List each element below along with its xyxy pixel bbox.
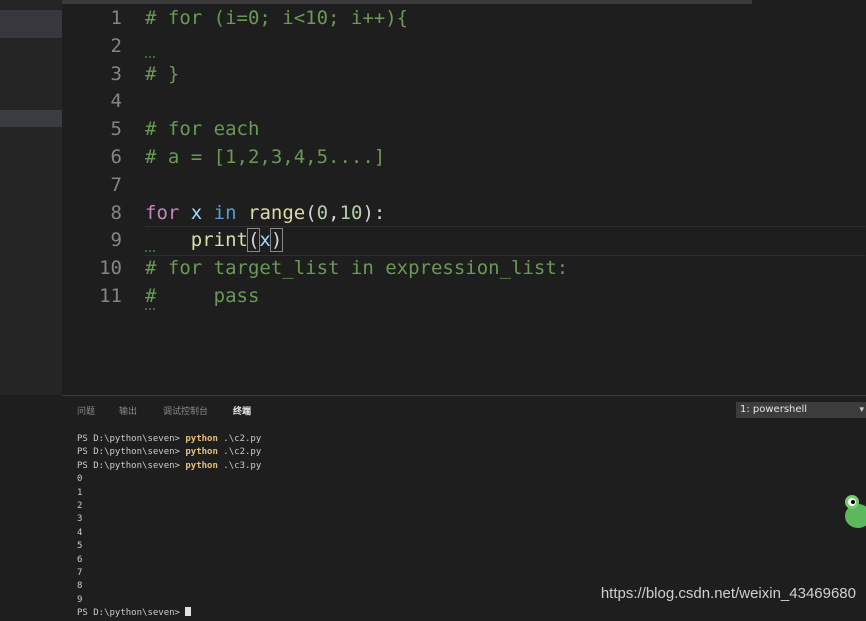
line-number: 11: [99, 285, 122, 307]
code-token: for: [145, 201, 180, 224]
code-line[interactable]: 11 # pass: [62, 282, 862, 310]
terminal-input-line[interactable]: PS D:\python\seven>: [77, 607, 261, 620]
watermark: https://blog.csdn.net/weixin_43469680: [600, 585, 856, 602]
code-token: ,: [328, 201, 340, 224]
code-token: # }: [145, 62, 180, 85]
code-line[interactable]: 7: [62, 171, 862, 199]
code-line[interactable]: 10 # for target_list in expression_list:: [62, 254, 862, 282]
whitespace-warning: [145, 54, 155, 58]
terminal-prompt: PS D:\python\seven>: [77, 608, 186, 619]
code-token: in: [213, 201, 237, 224]
terminal-output-line: 1: [77, 487, 83, 498]
code-text[interactable]: print(x): [145, 226, 284, 254]
code-token: # for target_list in expression_list:: [145, 257, 569, 280]
code-line[interactable]: 6 # a = [1,2,3,4,5....]: [62, 143, 862, 171]
code-token: x: [179, 201, 214, 224]
terminal-prompt: PS D:\python\seven>: [77, 447, 186, 458]
code-text[interactable]: # pass: [145, 282, 259, 310]
terminal-output-line: 8: [77, 581, 83, 592]
code-token: 0: [316, 201, 329, 224]
code-line[interactable]: 8 for x in range(0,10):: [62, 199, 862, 227]
line-number: 2: [110, 34, 122, 57]
sidebar-selected-item[interactable]: [0, 110, 62, 127]
code-text[interactable]: for x in range(0,10):: [145, 199, 385, 227]
code-line[interactable]: 3 # }: [62, 60, 862, 88]
terminal-output-line: 5: [77, 541, 83, 552]
terminal-command-line: PS D:\python\seven> python .\c2.py: [77, 446, 261, 459]
terminal-output-line: 4: [77, 527, 83, 538]
code-token: ): [269, 228, 284, 253]
frog-mascot-icon: [845, 495, 866, 528]
terminal-prompt: PS D:\python\seven>: [77, 434, 186, 444]
terminal-selector-label: 1: powershell: [740, 404, 808, 415]
code-text[interactable]: # for each: [145, 115, 259, 143]
code-token: # for each: [145, 118, 260, 141]
code-token: # pass: [145, 285, 260, 307]
code-text[interactable]: # }: [145, 60, 179, 88]
line-number: 4: [110, 90, 122, 113]
sidebar-highlight-top[interactable]: [0, 10, 62, 38]
code-text[interactable]: # for (i=0; i<10; i++){: [145, 4, 408, 32]
code-text[interactable]: # for target_list in expression_list:: [145, 254, 568, 282]
terminal-output-line: 7: [77, 568, 83, 579]
terminal-output-line: 3: [77, 514, 83, 525]
whitespace-warning: [145, 248, 155, 252]
code-editor[interactable]: 1 # for (i=0; i<10; i++){ 2 3 # } 4 5 # for eac…: [62, 0, 866, 395]
line-number: 5: [110, 118, 122, 141]
terminal-command: python: [185, 460, 218, 471]
terminal-argument: .\c2.py: [217, 434, 262, 444]
tab-terminal[interactable]: 终端: [233, 404, 251, 417]
code-line[interactable]: 2: [62, 32, 862, 60]
terminal-command: python: [185, 434, 218, 444]
code-token: (: [305, 201, 317, 224]
code-line[interactable]: 4: [62, 87, 862, 115]
code-line[interactable]: 1 # for (i=0; i<10; i++){: [62, 4, 862, 32]
line-number: 8: [110, 201, 122, 224]
line-number: 7: [110, 173, 122, 196]
line-number: 3: [110, 62, 122, 85]
code-token: x: [259, 229, 271, 252]
terminal-output-line: 2: [77, 501, 83, 512]
chevron-down-icon: ▾: [859, 405, 864, 415]
code-line[interactable]: 9 print(x): [62, 226, 862, 254]
terminal-command-line: PS D:\python\seven> python .\c3.py: [77, 460, 261, 473]
terminal-argument: .\c2.py: [217, 447, 262, 458]
code-line[interactable]: 5 # for each: [62, 115, 862, 143]
line-number: 6: [110, 146, 122, 168]
whitespace-warning: [145, 306, 155, 310]
terminal-command-line: PS D:\python\seven> python .\c2.py: [77, 433, 261, 446]
line-number: 10: [99, 257, 122, 280]
line-number: 9: [110, 229, 122, 252]
terminal-output-line: 6: [77, 554, 83, 565]
tab-problems[interactable]: 问题: [77, 404, 95, 417]
terminal-output-line: 9: [77, 594, 83, 605]
terminal-prompt: PS D:\python\seven>: [77, 460, 186, 471]
code-token: 10: [339, 201, 363, 224]
code-token: ):: [362, 201, 386, 224]
terminal-argument: .\c3.py: [217, 460, 262, 471]
code-text[interactable]: # a = [1,2,3,4,5....]: [145, 143, 385, 171]
terminal-output[interactable]: PS D:\python\seven> python .\c2.py PS D:\…: [77, 433, 261, 621]
code-token: print: [190, 229, 248, 252]
terminal-selector[interactable]: 1: powershell ▾: [736, 402, 866, 418]
code-token: (: [246, 228, 261, 253]
tab-output[interactable]: 输出: [119, 404, 137, 417]
line-number: 1: [110, 7, 122, 29]
terminal-output-line: 0: [77, 474, 83, 485]
code-token: # a = [1,2,3,4,5....]: [145, 146, 386, 168]
sidebar: [0, 0, 62, 395]
tab-debug-console[interactable]: 调试控制台: [163, 404, 208, 417]
code-token: range: [248, 201, 306, 224]
bottom-panel: 问题 输出 调试控制台 终端 1: powershell ▾ PS D:\pyt…: [62, 395, 866, 618]
terminal-command: python: [185, 447, 218, 458]
code-token: # for (i=0; i<10; i++){: [145, 7, 409, 29]
